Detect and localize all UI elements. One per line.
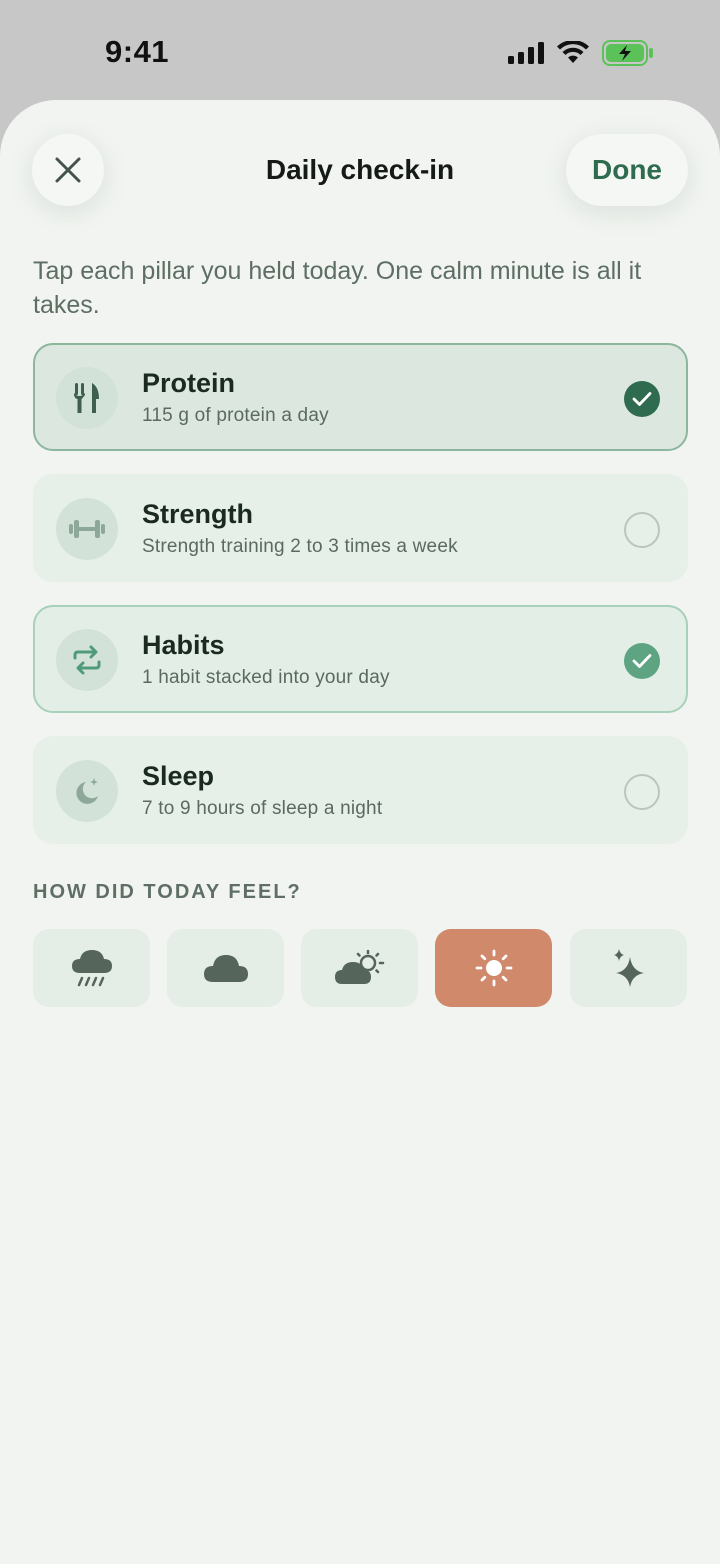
checkbox-unchecked[interactable]: [624, 512, 660, 548]
battery-icon: [602, 40, 653, 66]
check-in-sheet: Daily check-in Done Tap each pillar you …: [0, 100, 720, 1564]
mood-option-rainy[interactable]: [33, 929, 150, 1007]
pillar-name: Protein: [142, 368, 236, 398]
sheet-header: Daily check-in Done: [0, 100, 720, 240]
pillar-name: Habits: [142, 630, 225, 660]
checkbox-checked[interactable]: [624, 643, 660, 679]
mood-option-sunny[interactable]: [435, 929, 552, 1007]
repeat-icon: [73, 645, 101, 675]
pillar-card-habits[interactable]: Habits 1 habit stacked into your day: [33, 605, 688, 713]
pillar-card-sleep[interactable]: Sleep 7 to 9 hours of sleep a night: [33, 736, 688, 844]
mood-option-cloudy[interactable]: [167, 929, 284, 1007]
sun-icon: [475, 949, 512, 987]
mood-option-partly-sunny[interactable]: [301, 929, 418, 1007]
pillar-name: Sleep: [142, 761, 215, 791]
checkmark-icon: [632, 392, 652, 406]
status-bar: 9:41: [0, 0, 720, 100]
pillar-icon-circle: [56, 760, 118, 822]
pillar-icon-circle: [56, 498, 118, 560]
dumbbell-icon: [69, 520, 105, 538]
status-time: 9:41: [105, 34, 170, 69]
pillar-description: Strength training 2 to 3 times a week: [142, 536, 458, 557]
sparkles-icon: [613, 949, 644, 987]
rain-cloud-icon: [71, 950, 112, 987]
mood-section-label: HOW DID TODAY FEEL?: [33, 881, 302, 903]
fork-knife-icon: [74, 383, 99, 413]
pillar-description: 1 habit stacked into your day: [142, 667, 390, 688]
pillar-description: 115 g of protein a day: [142, 405, 329, 426]
checkbox-unchecked[interactable]: [624, 774, 660, 810]
pillar-card-protein[interactable]: Protein 115 g of protein a day: [33, 343, 688, 451]
signal-icon: [508, 42, 544, 64]
wifi-icon: [557, 41, 589, 63]
mood-selector: [33, 929, 688, 1007]
moon-stars-icon: [76, 778, 98, 804]
pillar-name: Strength: [142, 499, 253, 529]
pillar-card-strength[interactable]: Strength Strength training 2 to 3 times …: [33, 474, 688, 582]
mood-option-sparkling[interactable]: [570, 929, 687, 1007]
cloud-icon: [203, 955, 248, 982]
status-icons: [508, 38, 654, 68]
done-button[interactable]: Done: [566, 134, 688, 206]
partly-sunny-icon: [334, 950, 384, 984]
checkbox-checked[interactable]: [624, 381, 660, 417]
pillar-icon-circle: [56, 629, 118, 691]
checkmark-icon: [632, 654, 652, 668]
pillar-description: 7 to 9 hours of sleep a night: [142, 798, 383, 819]
intro-text: Tap each pillar you held today. One calm…: [33, 257, 642, 319]
pillar-icon-circle: [56, 367, 118, 429]
